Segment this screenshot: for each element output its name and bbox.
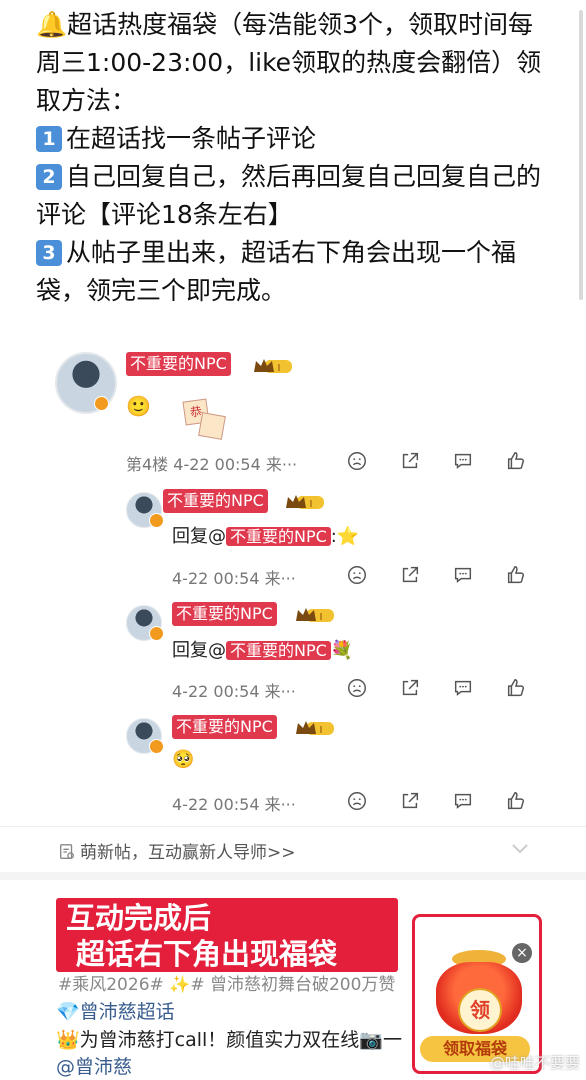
- comment-meta: 4-22 00:54 来···: [172, 569, 296, 588]
- step-3-text: 从帖子里出来，超话右下角会出现一个福袋，领完三个即完成。: [36, 238, 517, 305]
- step-2-text: 自己回复自己，然后再回复自己回复自己的评论【评论18条左右】: [36, 162, 542, 229]
- member-level-icon: I: [296, 721, 334, 736]
- post-intro: 🔔超话热度福袋（每浩能领3个，领取时间每周三1:00-23:00，like领取的…: [36, 6, 556, 310]
- comment-icon[interactable]: [452, 790, 474, 812]
- share-icon[interactable]: [399, 790, 421, 812]
- sticker-image: 恭: [180, 398, 226, 440]
- reply-prefix: 回复@: [172, 640, 226, 661]
- banner-line-1: 互动完成后: [66, 901, 212, 935]
- member-level-icon: I: [296, 608, 334, 623]
- mention-link[interactable]: @曾沛慈: [56, 1052, 132, 1079]
- comment-icon[interactable]: [452, 677, 474, 699]
- share-icon[interactable]: [399, 450, 421, 472]
- coin-label: 领: [458, 988, 502, 1032]
- reply-suffix: 💐: [330, 640, 354, 661]
- step-1: 1 在超话找一条帖子评论: [36, 120, 556, 158]
- step-2-number: 2: [36, 164, 62, 190]
- comment-meta: 4-22 00:54 来···: [172, 682, 296, 701]
- comment-actions: [346, 450, 527, 472]
- chevron-down-icon[interactable]: [510, 842, 530, 856]
- comment-icon[interactable]: [452, 564, 474, 586]
- verified-badge-icon: [149, 626, 164, 641]
- like-icon[interactable]: [505, 790, 527, 812]
- supertopic-link[interactable]: 💎曾沛慈超话: [56, 997, 175, 1024]
- username-tag[interactable]: 不重要的NPC: [163, 489, 268, 513]
- scrollbar[interactable]: [579, 10, 583, 300]
- verified-badge-icon: [149, 513, 164, 528]
- step-1-text: 在超话找一条帖子评论: [66, 124, 317, 153]
- dislike-face-icon[interactable]: [346, 564, 368, 586]
- reply-content: 回复@ 不重要的NPC:⭐: [172, 522, 359, 549]
- section-gap: [0, 872, 586, 880]
- comment-meta: 第4楼 4-22 00:54 来···: [126, 455, 298, 474]
- intro-text: 🔔超话热度福袋（每浩能领3个，领取时间每周三1:00-23:00，like领取的…: [36, 10, 542, 115]
- share-icon[interactable]: [399, 677, 421, 699]
- watermark: @哇哇不要要: [490, 1054, 581, 1072]
- comment-meta: 4-22 00:54 来···: [172, 795, 296, 814]
- dislike-face-icon[interactable]: [346, 450, 368, 472]
- level-text: I: [310, 499, 313, 510]
- step-2: 2 自己回复自己，然后再回复自己回复自己的评论【评论18条左右】: [36, 158, 556, 234]
- post-icon: [60, 844, 74, 859]
- reply-content: 🥺: [172, 749, 195, 770]
- username-tag[interactable]: 不重要的NPC: [126, 352, 231, 376]
- overlay-banner: 互动完成后 超话右下角出现福袋: [56, 898, 398, 972]
- emoji: 🙂: [126, 394, 151, 418]
- comment-icon[interactable]: [452, 450, 474, 472]
- step-3-number: 3: [36, 240, 62, 266]
- username-tag[interactable]: 不重要的NPC: [172, 602, 277, 626]
- comment-actions: [346, 790, 527, 812]
- topic-link[interactable]: 萌新帖，互动赢新人导师>>: [58, 838, 296, 863]
- cheer-text: 👑为曾沛慈打call！颜值实力双在线📷一: [56, 1029, 402, 1051]
- like-icon[interactable]: [505, 564, 527, 586]
- like-icon[interactable]: [505, 450, 527, 472]
- reply-content: 回复@ 不重要的NPC 💐: [172, 636, 353, 663]
- dislike-face-icon[interactable]: [346, 677, 368, 699]
- hashtags[interactable]: #乘风2026# ✨# 曾沛慈初舞台破200万赞: [58, 970, 395, 995]
- reply-prefix: 回复@: [172, 526, 226, 547]
- close-icon[interactable]: ×: [512, 943, 532, 963]
- sticker-tile-2: [198, 412, 226, 440]
- mention-link[interactable]: 不重要的NPC: [226, 527, 331, 546]
- reply-suffix: :⭐: [330, 526, 360, 547]
- step-3: 3 从帖子里出来，超话右下角会出现一个福袋，领完三个即完成。: [36, 234, 556, 310]
- banner-line-2: 超话右下角出现福袋: [76, 937, 338, 971]
- comment-actions: [346, 677, 527, 699]
- comment-actions: [346, 564, 527, 586]
- level-text: I: [320, 725, 323, 736]
- level-text: I: [320, 612, 323, 623]
- topic-text: 萌新帖，互动赢新人导师>>: [80, 843, 296, 863]
- member-level-icon: I: [286, 495, 324, 510]
- step-1-number: 1: [36, 126, 62, 152]
- divider: [0, 826, 586, 827]
- dislike-face-icon[interactable]: [346, 790, 368, 812]
- level-text: I: [278, 363, 281, 374]
- username-tag[interactable]: 不重要的NPC: [172, 715, 277, 739]
- like-icon[interactable]: [505, 677, 527, 699]
- member-level-icon: I: [254, 359, 292, 374]
- verified-badge-icon: [94, 396, 109, 411]
- mention-link[interactable]: 不重要的NPC: [226, 641, 331, 660]
- share-icon[interactable]: [399, 564, 421, 586]
- verified-badge-icon: [149, 739, 164, 754]
